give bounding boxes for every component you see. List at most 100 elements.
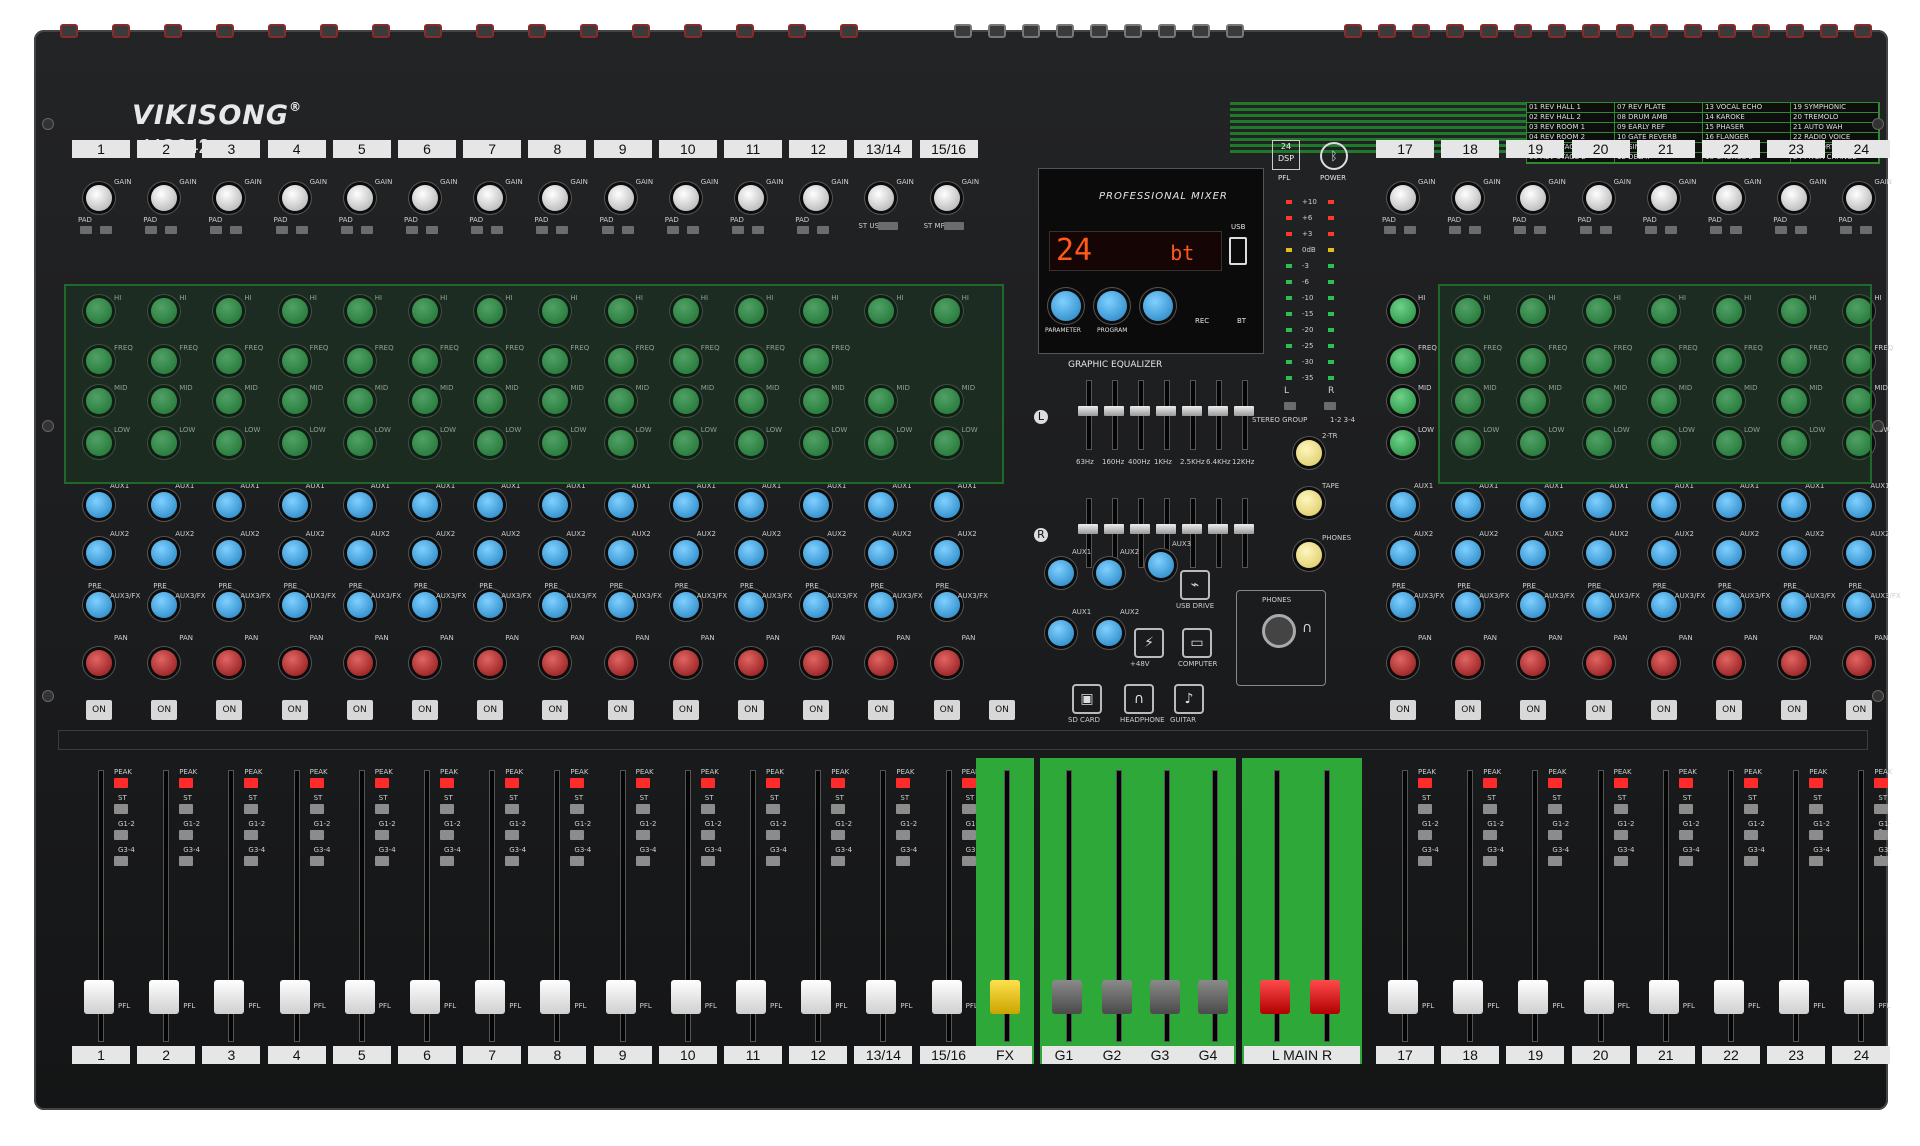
hpf-button[interactable] xyxy=(165,226,178,234)
pad-button[interactable] xyxy=(80,226,92,234)
aux-knob[interactable] xyxy=(607,540,634,566)
on-button[interactable]: ON xyxy=(672,700,699,720)
g34-assign-button[interactable] xyxy=(1744,856,1758,866)
pan-knob[interactable] xyxy=(1846,650,1873,676)
aux1-master-knob[interactable] xyxy=(1048,560,1074,586)
group-button[interactable] xyxy=(1324,402,1336,410)
input-jack[interactable] xyxy=(268,24,286,38)
channel-fader-knob[interactable] xyxy=(1518,980,1549,1014)
input-jack[interactable] xyxy=(988,24,1006,38)
gain-knob[interactable] xyxy=(1585,185,1612,211)
geq-slider-knob[interactable] xyxy=(1156,406,1176,416)
st-assign-button[interactable] xyxy=(1874,804,1889,814)
g34-assign-button[interactable] xyxy=(1678,856,1693,866)
pan-knob[interactable] xyxy=(868,650,895,676)
on-button[interactable]: ON xyxy=(1455,700,1482,720)
fx-send-knob[interactable] xyxy=(738,592,764,618)
hpf-button[interactable] xyxy=(556,226,569,234)
usb-drive-button[interactable]: ⌁ xyxy=(1180,570,1210,600)
aux-knob[interactable] xyxy=(1846,492,1873,518)
st-assign-button[interactable] xyxy=(766,804,780,814)
g34-assign-button[interactable] xyxy=(505,856,520,866)
g12-assign-button[interactable] xyxy=(635,830,650,840)
geq-slider-knob[interactable] xyxy=(1078,524,1098,534)
pan-knob[interactable] xyxy=(86,650,112,676)
channel-fader-knob[interactable] xyxy=(475,980,506,1014)
aux-knob[interactable] xyxy=(346,492,373,518)
input-jack[interactable] xyxy=(164,24,182,38)
usb-port[interactable] xyxy=(1229,237,1247,265)
pan-knob[interactable] xyxy=(1650,650,1677,676)
hpf-button[interactable] xyxy=(752,226,764,234)
input-jack[interactable] xyxy=(1684,24,1702,38)
fx-send-knob[interactable] xyxy=(1585,592,1612,618)
pan-knob[interactable] xyxy=(542,650,569,676)
input-jack[interactable] xyxy=(1344,24,1362,38)
on-button[interactable]: ON xyxy=(1520,700,1547,720)
pan-knob[interactable] xyxy=(933,650,960,676)
g34-assign-button[interactable] xyxy=(1613,856,1628,866)
gain-knob[interactable] xyxy=(86,185,112,211)
channel-fader-knob[interactable] xyxy=(1844,980,1875,1014)
pad-button[interactable] xyxy=(340,226,353,234)
input-jack[interactable] xyxy=(736,24,754,38)
pad-button[interactable] xyxy=(1384,226,1396,234)
input-jack[interactable] xyxy=(954,24,972,38)
phones-jack[interactable] xyxy=(1262,614,1296,648)
pan-knob[interactable] xyxy=(1390,650,1416,676)
st-assign-button[interactable] xyxy=(831,804,846,814)
pad-button[interactable] xyxy=(210,226,223,234)
pad-button[interactable] xyxy=(1710,226,1722,234)
st-assign-button[interactable] xyxy=(440,804,454,814)
pad-button[interactable] xyxy=(1644,226,1657,234)
hpf-button[interactable] xyxy=(360,226,373,234)
input-jack[interactable] xyxy=(840,24,858,38)
input-jack[interactable] xyxy=(1158,24,1176,38)
aux-knob[interactable] xyxy=(412,492,438,518)
fx-on-button[interactable]: ON xyxy=(989,700,1015,720)
input-jack[interactable] xyxy=(476,24,494,38)
pad-button[interactable] xyxy=(1840,226,1853,234)
pan-knob[interactable] xyxy=(412,650,438,676)
pad-button[interactable] xyxy=(406,226,418,234)
gain-knob[interactable] xyxy=(346,185,373,211)
input-jack[interactable] xyxy=(1718,24,1736,38)
input-jack[interactable] xyxy=(788,24,806,38)
pan-knob[interactable] xyxy=(1585,650,1612,676)
aux-knob[interactable] xyxy=(281,540,308,566)
channel-fader-knob[interactable] xyxy=(540,980,571,1014)
on-button[interactable]: ON xyxy=(1716,700,1742,720)
volume-knob[interactable] xyxy=(1143,291,1173,321)
on-button[interactable]: ON xyxy=(738,700,764,720)
aux-knob[interactable] xyxy=(738,492,764,518)
g12-assign-button[interactable] xyxy=(1548,830,1563,840)
fx-fader-knob[interactable] xyxy=(990,980,1020,1014)
on-button[interactable]: ON xyxy=(412,700,438,720)
input-jack[interactable] xyxy=(372,24,390,38)
hpf-button[interactable] xyxy=(1599,226,1612,234)
hpf-button[interactable] xyxy=(1795,226,1808,234)
aux-knob[interactable] xyxy=(738,540,764,566)
hpf-button[interactable] xyxy=(491,226,504,234)
aux-knob[interactable] xyxy=(1390,540,1416,566)
input-jack[interactable] xyxy=(1786,24,1804,38)
aux-knob[interactable] xyxy=(216,492,243,518)
gain-knob[interactable] xyxy=(542,185,569,211)
aux-knob[interactable] xyxy=(933,540,960,566)
on-button[interactable]: ON xyxy=(346,700,373,720)
fx-send-knob[interactable] xyxy=(86,592,112,618)
hi-eq-knob[interactable] xyxy=(1390,298,1416,324)
aux-knob[interactable] xyxy=(86,540,112,566)
input-jack[interactable] xyxy=(112,24,130,38)
input-jack[interactable] xyxy=(1022,24,1040,38)
channel-fader-knob[interactable] xyxy=(410,980,440,1014)
gain-knob[interactable] xyxy=(1846,185,1873,211)
pad-button[interactable] xyxy=(1775,226,1788,234)
mid-eq-knob[interactable] xyxy=(1390,388,1416,414)
pan-knob[interactable] xyxy=(477,650,504,676)
channel-fader-knob[interactable] xyxy=(84,980,114,1014)
channel-fader-knob[interactable] xyxy=(1453,980,1484,1014)
geq-slider-knob[interactable] xyxy=(1130,524,1150,534)
g12-assign-button[interactable] xyxy=(700,830,715,840)
input-jack[interactable] xyxy=(60,24,78,38)
